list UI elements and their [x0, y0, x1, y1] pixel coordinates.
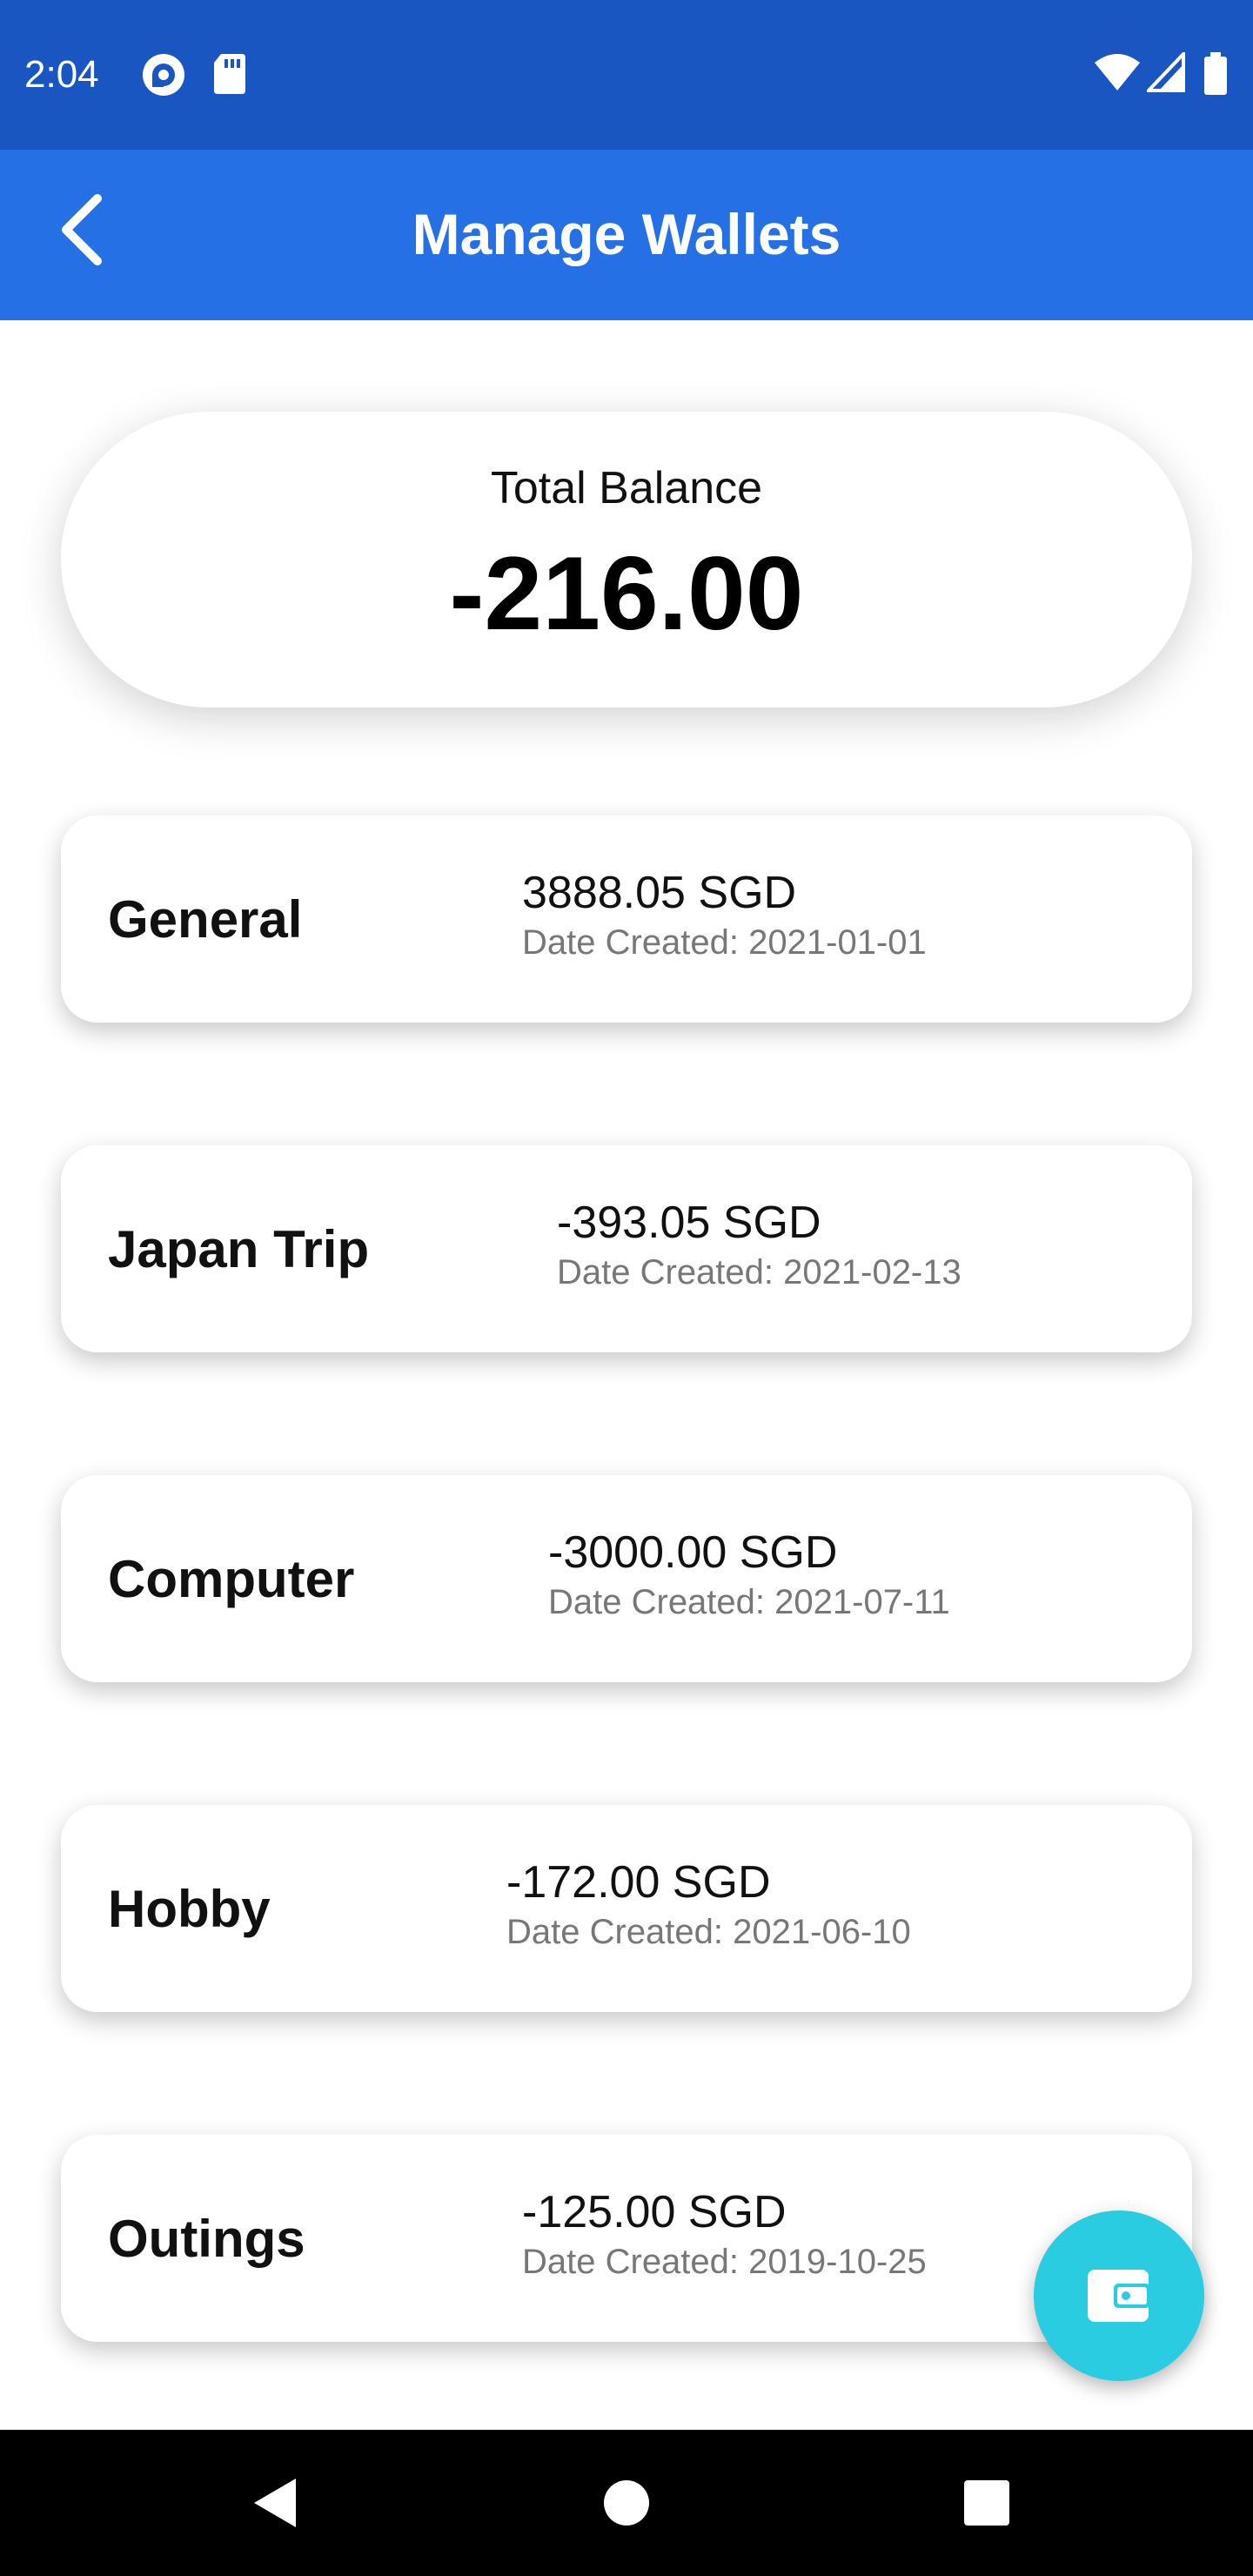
- back-triangle-icon: [254, 2479, 296, 2527]
- wallet-amount: 3888.05 SGD: [522, 868, 797, 918]
- wallet-amount: -172.00 SGD: [506, 1857, 771, 1908]
- wallet-name: General: [108, 890, 303, 949]
- sd-card-icon: [214, 54, 245, 94]
- status-bar: 2:04: [0, 0, 1253, 150]
- wallet-date: Date Created: 2021-02-13: [557, 1253, 962, 1291]
- wallet-date: Date Created: 2021-06-10: [506, 1913, 911, 1951]
- wallet-card-hobby[interactable]: Hobby -172.00 SGD Date Created: 2021-06-…: [61, 1805, 1192, 2012]
- page-title: Manage Wallets: [412, 202, 841, 266]
- wallet-info: 3888.05 SGD Date Created: 2021-01-01: [522, 866, 927, 965]
- nav-recents-button[interactable]: [943, 2459, 1030, 2546]
- wallet-date: Date Created: 2019-10-25: [522, 2243, 927, 2281]
- wallet-card-outings[interactable]: Outings -125.00 SGD Date Created: 2019-1…: [61, 2135, 1192, 2342]
- signal-icon: [1147, 52, 1185, 92]
- wallet-card-japan-trip[interactable]: Japan Trip -393.05 SGD Date Created: 202…: [61, 1145, 1192, 1352]
- app-bar: Manage Wallets: [0, 150, 1253, 320]
- wallet-date: Date Created: 2021-07-11: [548, 1583, 950, 1621]
- add-wallet-button[interactable]: [1034, 2210, 1204, 2381]
- home-circle-icon: [604, 2480, 649, 2526]
- total-balance-label: Total Balance: [490, 463, 763, 513]
- wallet-amount: -125.00 SGD: [522, 2187, 787, 2237]
- recents-square-icon: [964, 2480, 1009, 2526]
- wallet-icon: [1088, 2270, 1150, 2322]
- total-balance-amount: -216.00: [449, 535, 804, 652]
- wifi-icon: [1095, 54, 1140, 91]
- wallet-name: Computer: [108, 1550, 355, 1608]
- wallet-info: -172.00 SGD Date Created: 2021-06-10: [506, 1855, 911, 1955]
- wallet-info: -393.05 SGD Date Created: 2021-02-13: [557, 1196, 962, 1295]
- status-time: 2:04: [24, 53, 99, 96]
- battery-icon: [1204, 52, 1227, 95]
- wallet-amount: -3000.00 SGD: [548, 1527, 838, 1578]
- wallet-info: -3000.00 SGD Date Created: 2021-07-11: [548, 1526, 950, 1625]
- wallet-info: -125.00 SGD Date Created: 2019-10-25: [522, 2185, 927, 2284]
- wallet-name: Outings: [108, 2210, 305, 2268]
- wallet-card-general[interactable]: General 3888.05 SGD Date Created: 2021-0…: [61, 815, 1192, 1023]
- wallet-date: Date Created: 2021-01-01: [522, 923, 927, 962]
- total-balance-card: Total Balance -216.00: [61, 412, 1192, 708]
- wallet-amount: -393.05 SGD: [557, 1197, 821, 1248]
- nav-home-button[interactable]: [583, 2459, 670, 2546]
- wallet-card-computer[interactable]: Computer -3000.00 SGD Date Created: 2021…: [61, 1475, 1192, 1682]
- wallet-name: Hobby: [108, 1880, 271, 1938]
- nav-back-button[interactable]: [235, 2459, 322, 2546]
- pocket-casts-icon: [143, 54, 184, 96]
- system-nav-bar: [0, 2430, 1253, 2576]
- wallet-name: Japan Trip: [108, 1220, 370, 1278]
